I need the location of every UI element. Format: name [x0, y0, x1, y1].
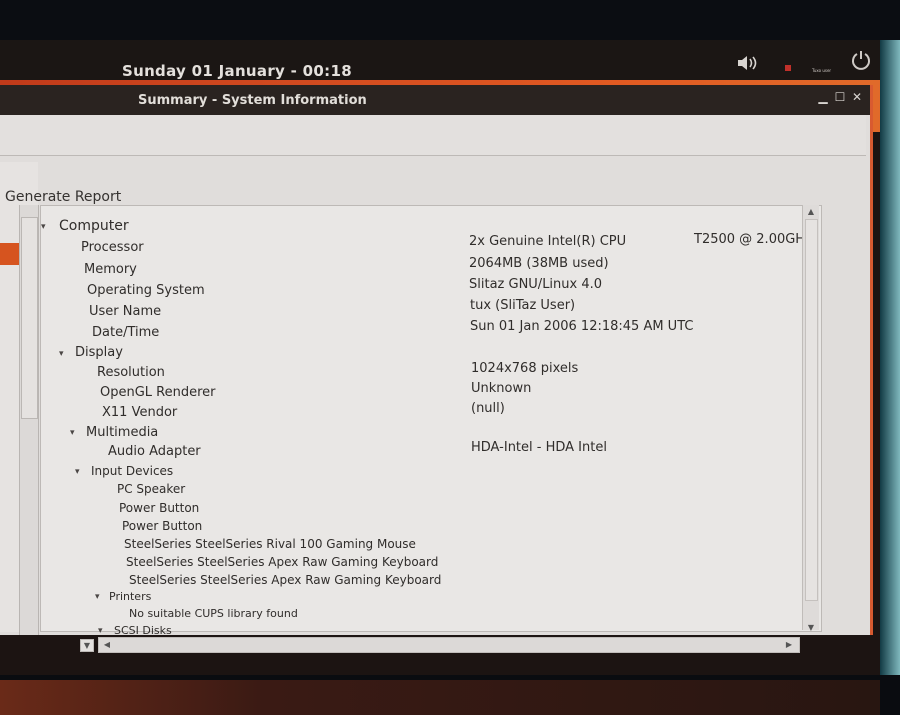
power-icon[interactable]	[850, 49, 872, 71]
notification-icon[interactable]	[785, 65, 791, 71]
tree-item[interactable]: User Name	[89, 304, 161, 319]
tree-value: tux (SliTaz User)	[470, 298, 576, 313]
tree-item[interactable]: Operating System	[87, 283, 205, 298]
minimize-button[interactable]: ▁	[816, 90, 830, 104]
tree-item[interactable]: SteelSeries SteelSeries Apex Raw Gaming …	[129, 573, 441, 587]
tree-value: Sun 01 Jan 2006 12:18:45 AM UTC	[470, 319, 694, 334]
tree-value: T2500 @ 2.00GHz	[694, 232, 812, 247]
tree-value: (null)	[471, 401, 505, 416]
vertical-scroll-thumb[interactable]	[805, 219, 818, 601]
left-pane-scroll-down-button[interactable]: ▼	[80, 639, 94, 652]
close-button[interactable]: ✕	[850, 90, 864, 104]
scroll-right-button[interactable]: ▶	[783, 639, 795, 650]
tree-value: Slitaz GNU/Linux 4.0	[469, 277, 603, 292]
monitor-frame: Sunday 01 January - 00:18 Tuxo user Summ…	[0, 0, 900, 715]
expander-icon[interactable]: ▾	[95, 592, 100, 602]
scroll-left-button[interactable]: ◀	[101, 639, 113, 650]
generate-report-label[interactable]: Generate Report	[5, 189, 121, 205]
tree-item[interactable]: Processor	[81, 240, 144, 255]
tree-group-computer[interactable]: Computer	[59, 218, 129, 234]
tree-item[interactable]: No suitable CUPS library found	[129, 607, 298, 620]
expander-icon[interactable]: ▾	[59, 349, 64, 359]
tree-value: 2x Genuine Intel(R) CPU	[469, 234, 627, 249]
tray-text: Tuxo user	[812, 68, 832, 73]
tree-item[interactable]: Audio Adapter	[108, 444, 201, 459]
tree-item[interactable]: SteelSeries SteelSeries Apex Raw Gaming …	[126, 555, 438, 569]
tree-group-input-devices[interactable]: Input Devices	[91, 464, 173, 478]
window-title: Summary - System Information	[138, 93, 367, 108]
scroll-up-button[interactable]: ▲	[805, 207, 817, 217]
tree-item[interactable]: Power Button	[119, 501, 199, 515]
tree-item[interactable]: OpenGL Renderer	[100, 385, 216, 400]
maximize-button[interactable]: ☐	[833, 90, 847, 104]
vertical-scrollbar[interactable]: ▲ ▼	[802, 205, 819, 633]
tree-item[interactable]: Date/Time	[92, 325, 159, 340]
expander-icon[interactable]: ▾	[75, 467, 80, 477]
expander-icon[interactable]: ▾	[98, 626, 103, 636]
tree-value: Unknown	[471, 381, 532, 396]
scroll-down-button[interactable]: ▼	[805, 623, 817, 633]
window-titlebar[interactable]: Summary - System Information ▁ ☐ ✕	[0, 85, 870, 115]
left-pane-scroll-thumb[interactable]	[21, 217, 38, 419]
clock[interactable]: Sunday 01 January - 00:18	[122, 62, 352, 80]
tree-item[interactable]: X11 Vendor	[102, 405, 177, 420]
tree-item[interactable]: PC Speaker	[117, 482, 185, 496]
expander-icon[interactable]: ▾	[70, 428, 75, 438]
toolbar	[0, 115, 866, 156]
tree-group-scsi-disks[interactable]: SCSI Disks	[114, 624, 172, 637]
tree-item[interactable]: Power Button	[122, 519, 202, 533]
tree-value: 1024x768 pixels	[471, 361, 579, 376]
left-pane-scrollbar[interactable]	[19, 205, 39, 635]
tree-item[interactable]: Resolution	[97, 365, 165, 380]
tree-group-printers[interactable]: Printers	[109, 590, 151, 603]
tree-value: HDA-Intel - HDA Intel	[471, 440, 607, 455]
tree-value: 2064MB (38MB used)	[469, 256, 609, 271]
tree-item[interactable]: SteelSeries SteelSeries Rival 100 Gaming…	[124, 537, 416, 551]
tree-item[interactable]: Memory	[84, 262, 137, 277]
desktop-bottom	[0, 680, 880, 715]
top-panel: Sunday 01 January - 00:18 Tuxo user	[0, 40, 880, 80]
volume-icon[interactable]	[736, 54, 760, 72]
tree-group-multimedia[interactable]: Multimedia	[86, 425, 158, 440]
horizontal-scrollbar[interactable]: ◀ ▶	[98, 637, 800, 653]
tree-group-display[interactable]: Display	[75, 345, 123, 360]
left-pane-selected-item[interactable]	[0, 243, 20, 265]
expander-icon[interactable]: ▾	[41, 222, 46, 232]
